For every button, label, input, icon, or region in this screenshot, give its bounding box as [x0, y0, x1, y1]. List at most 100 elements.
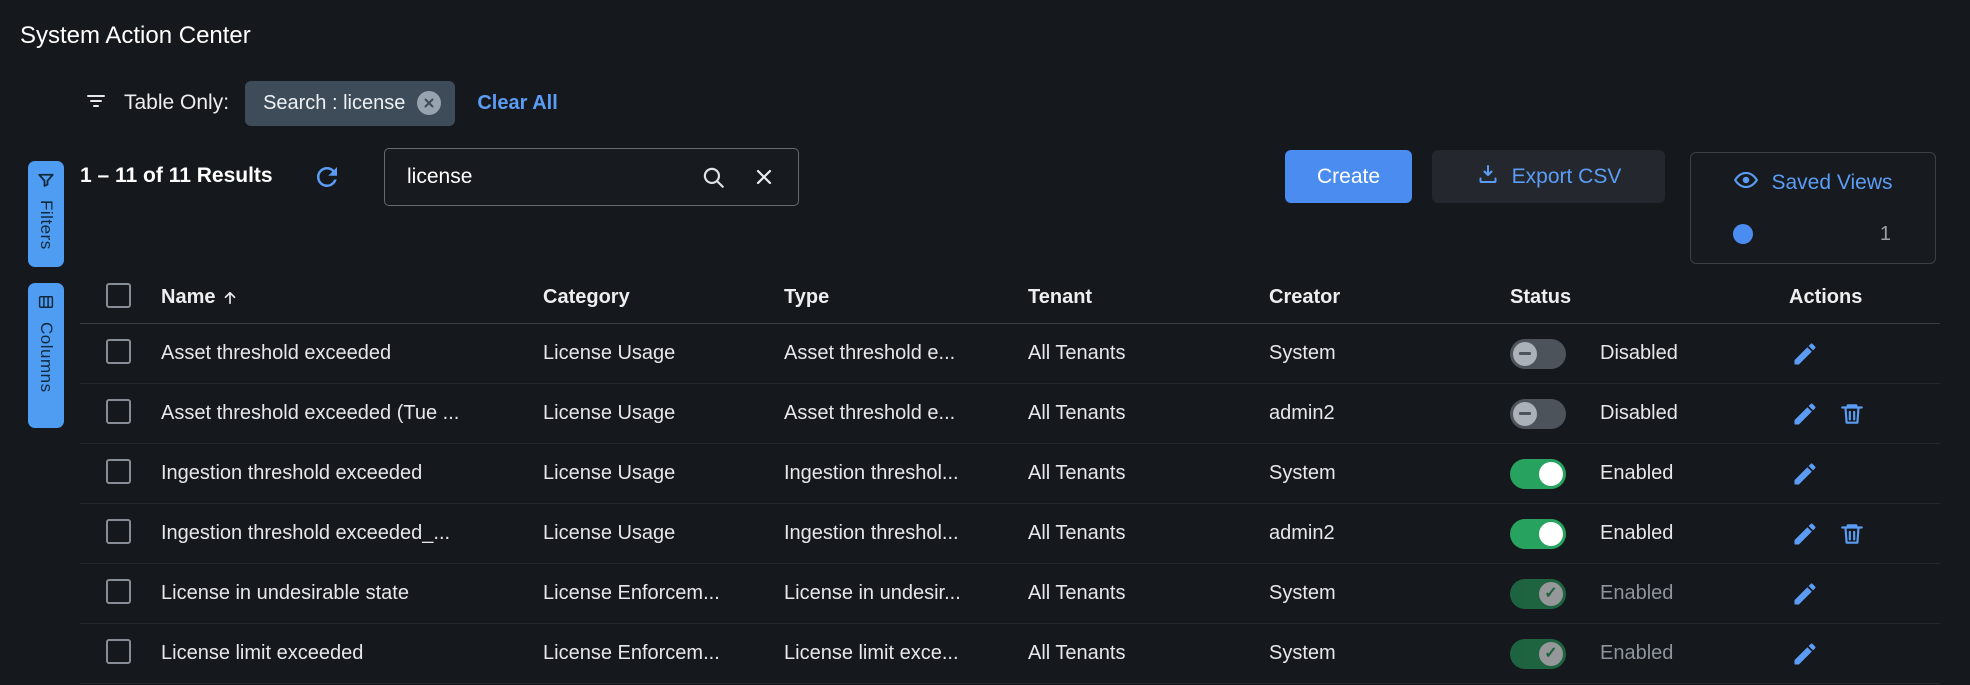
- status-label: Enabled: [1600, 522, 1673, 545]
- status-toggle[interactable]: [1510, 519, 1566, 549]
- row-checkbox[interactable]: [106, 639, 131, 664]
- status-label: Enabled: [1600, 462, 1673, 485]
- search-clear-icon[interactable]: [752, 165, 776, 189]
- status-toggle[interactable]: [1510, 339, 1566, 369]
- cell-actions: [1789, 520, 1940, 548]
- cell-type: Asset threshold e...: [784, 342, 1028, 365]
- edit-icon[interactable]: [1791, 400, 1819, 428]
- search-icon[interactable]: [700, 164, 726, 190]
- table-row: License in undesirable state License Enf…: [80, 564, 1940, 624]
- edit-icon[interactable]: [1791, 580, 1819, 608]
- edit-icon[interactable]: [1791, 520, 1819, 548]
- results-summary: 1 – 11 of 11 Results: [80, 164, 273, 188]
- cell-name: Ingestion threshold exceeded_...: [161, 522, 543, 545]
- status-toggle: ✓: [1510, 639, 1566, 669]
- columns-rail-tab-label: Columns: [36, 322, 56, 393]
- column-header-name[interactable]: Name: [161, 286, 543, 309]
- saved-views-button[interactable]: Saved Views: [1691, 153, 1935, 213]
- row-checkbox[interactable]: [106, 339, 131, 364]
- cell-category: License Usage: [543, 342, 784, 365]
- cell-status: Disabled: [1510, 399, 1789, 429]
- cell-creator: System: [1269, 462, 1510, 485]
- cell-creator: System: [1269, 642, 1510, 665]
- search-filter-chip-label: Search : license: [263, 92, 405, 115]
- cell-creator: System: [1269, 342, 1510, 365]
- cell-tenant: All Tenants: [1028, 642, 1269, 665]
- cell-tenant: All Tenants: [1028, 402, 1269, 425]
- edit-icon[interactable]: [1791, 460, 1819, 488]
- cell-tenant: All Tenants: [1028, 522, 1269, 545]
- export-csv-button[interactable]: Export CSV: [1432, 150, 1665, 203]
- columns-icon: [37, 293, 55, 314]
- status-label: Disabled: [1600, 402, 1678, 425]
- saved-views-indicator-row: 1: [1691, 213, 1935, 255]
- refresh-icon: [312, 162, 342, 192]
- row-checkbox[interactable]: [106, 459, 131, 484]
- status-label: Enabled: [1600, 582, 1673, 605]
- column-header-tenant[interactable]: Tenant: [1028, 286, 1269, 309]
- status-toggle: ✓: [1510, 579, 1566, 609]
- column-header-actions: Actions: [1789, 286, 1940, 309]
- cell-name: Ingestion threshold exceeded: [161, 462, 543, 485]
- cell-name: Asset threshold exceeded: [161, 342, 543, 365]
- table-row: Asset threshold exceeded License Usage A…: [80, 324, 1940, 384]
- cell-actions: [1789, 580, 1940, 608]
- cell-type: Asset threshold e...: [784, 402, 1028, 425]
- cell-type: Ingestion threshol...: [784, 522, 1028, 545]
- search-input[interactable]: [407, 165, 674, 189]
- table-row: License limit exceeded License Enforcem.…: [80, 624, 1940, 684]
- column-header-status[interactable]: Status: [1510, 286, 1789, 309]
- saved-views-panel: Saved Views 1: [1690, 152, 1936, 264]
- table-header-row: Name Category Type Tenant Creator Status…: [80, 272, 1940, 324]
- column-header-creator[interactable]: Creator: [1269, 286, 1510, 309]
- cell-name: License in undesirable state: [161, 582, 543, 605]
- edit-icon[interactable]: [1791, 340, 1819, 368]
- status-label: Disabled: [1600, 342, 1678, 365]
- cell-type: License limit exce...: [784, 642, 1028, 665]
- table-row: Ingestion threshold exceeded License Usa…: [80, 444, 1940, 504]
- page-title: System Action Center: [20, 22, 251, 50]
- delete-icon[interactable]: [1839, 401, 1865, 427]
- table-row: Ingestion threshold exceeded_... License…: [80, 504, 1940, 564]
- saved-view-dot[interactable]: [1733, 224, 1753, 244]
- cell-status: ✓ Enabled: [1510, 579, 1789, 609]
- filter-list-icon: [84, 89, 108, 118]
- columns-rail-tab[interactable]: Columns: [28, 283, 64, 428]
- column-header-type[interactable]: Type: [784, 286, 1028, 309]
- cell-category: License Usage: [543, 462, 784, 485]
- cell-name: Asset threshold exceeded (Tue ...: [161, 402, 543, 425]
- select-all-checkbox[interactable]: [106, 283, 131, 308]
- system-action-center-page: System Action Center Table Only: Search …: [0, 0, 1970, 685]
- refresh-button[interactable]: [310, 160, 344, 194]
- cell-tenant: All Tenants: [1028, 342, 1269, 365]
- cell-creator: admin2: [1269, 522, 1510, 545]
- row-checkbox[interactable]: [106, 579, 131, 604]
- column-header-category[interactable]: Category: [543, 286, 784, 309]
- edit-icon[interactable]: [1791, 640, 1819, 668]
- cell-actions: [1789, 640, 1940, 668]
- cell-category: License Usage: [543, 522, 784, 545]
- search-filter-chip[interactable]: Search : license: [245, 81, 455, 126]
- saved-views-label: Saved Views: [1771, 171, 1892, 195]
- cell-type: License in undesir...: [784, 582, 1028, 605]
- create-button[interactable]: Create: [1285, 150, 1412, 203]
- delete-icon[interactable]: [1839, 521, 1865, 547]
- status-toggle[interactable]: [1510, 459, 1566, 489]
- saved-views-count: 1: [1880, 223, 1891, 246]
- row-checkbox[interactable]: [106, 519, 131, 544]
- clear-all-link[interactable]: Clear All: [477, 92, 557, 115]
- filters-rail-tab-label: Filters: [36, 200, 56, 250]
- filters-rail-tab[interactable]: Filters: [28, 161, 64, 267]
- status-toggle[interactable]: [1510, 399, 1566, 429]
- row-checkbox[interactable]: [106, 399, 131, 424]
- cell-type: Ingestion threshol...: [784, 462, 1028, 485]
- table-row: Asset threshold exceeded (Tue ... Licens…: [80, 384, 1940, 444]
- cell-actions: [1789, 340, 1940, 368]
- download-icon: [1476, 162, 1500, 192]
- cell-creator: admin2: [1269, 402, 1510, 425]
- cell-status: ✓ Enabled: [1510, 639, 1789, 669]
- chip-remove-icon[interactable]: [417, 91, 441, 115]
- cell-status: Disabled: [1510, 339, 1789, 369]
- actions-table: Name Category Type Tenant Creator Status…: [80, 272, 1940, 684]
- export-csv-label: Export CSV: [1512, 165, 1622, 189]
